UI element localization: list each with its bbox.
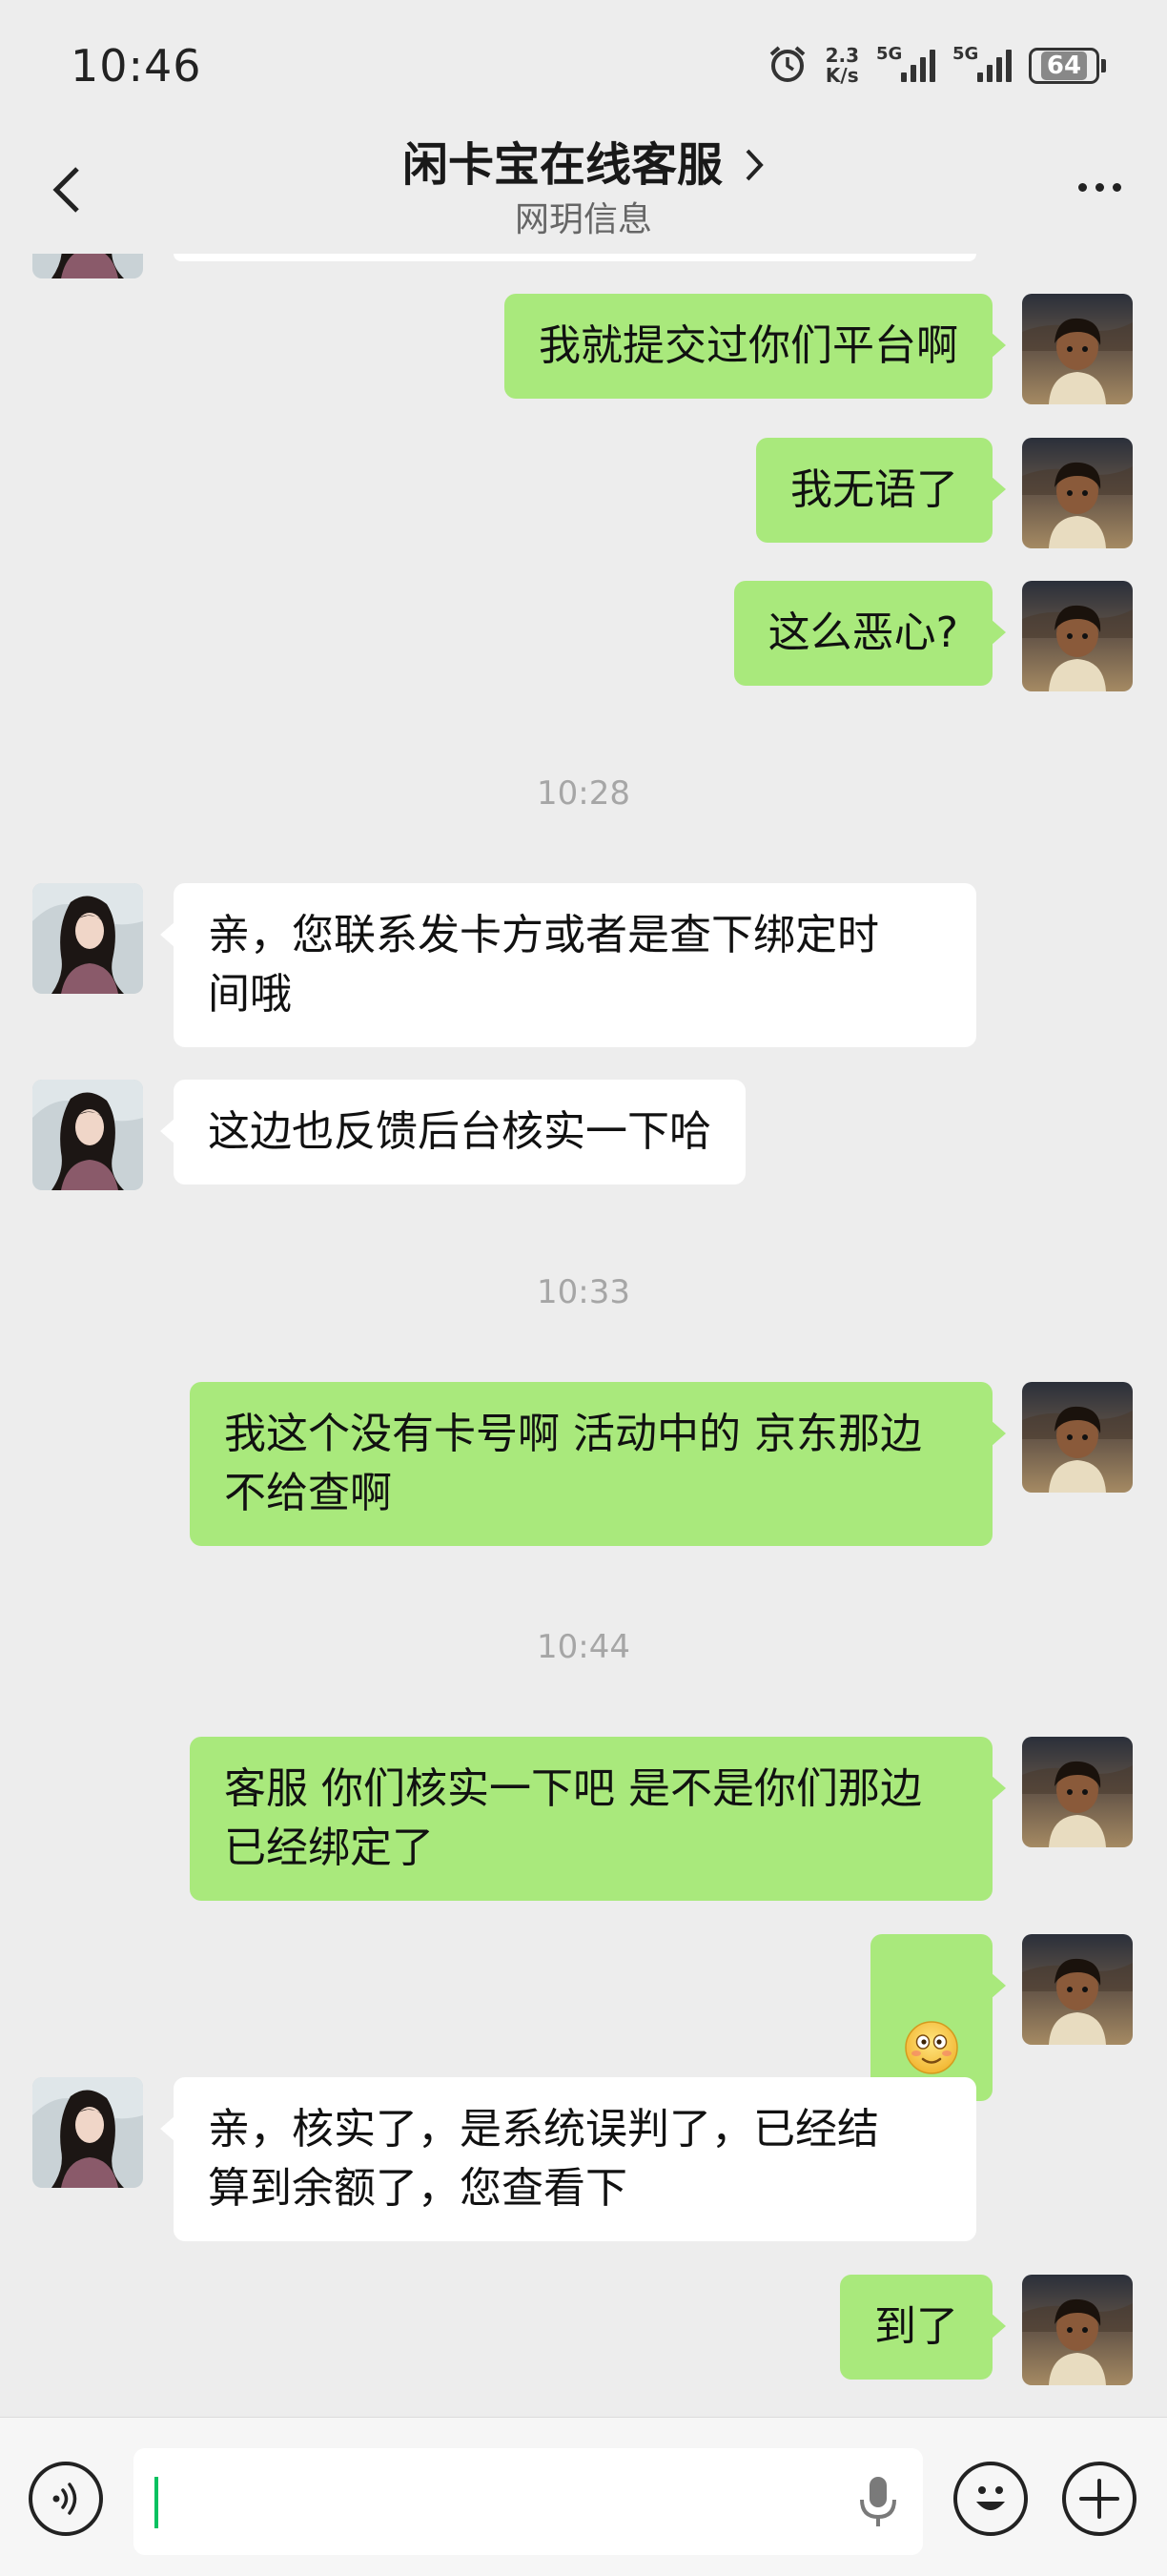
avatar-them[interactable]: [32, 254, 143, 278]
more-actions-button[interactable]: [1062, 2462, 1136, 2536]
status-time: 10:46: [71, 40, 202, 92]
message-bubble-them[interactable]: 这边也反馈后台核实一下哈: [160, 1080, 746, 1185]
chat-subtitle: 网玥信息: [514, 200, 652, 239]
message-bubble-them[interactable]: 亲，核实了，是系统误判了，已经结 算到余额了，您查看下: [160, 2077, 976, 2241]
voice-wave-icon: [52, 2483, 77, 2515]
network-speed: 2.3 K/s: [825, 44, 859, 87]
avatar-me[interactable]: [1022, 1382, 1133, 1493]
status-icons: 2.3 K/s 5G 5G 64: [767, 42, 1106, 90]
text-caret: [154, 2477, 158, 2528]
avatar-me[interactable]: [1022, 1737, 1133, 1847]
emoji-button[interactable]: [953, 2462, 1028, 2536]
smiley-icon: [976, 2486, 1005, 2510]
avatar-them[interactable]: [32, 2077, 143, 2188]
message-list[interactable]: 我就提交过你们平台啊 我无语了 这么恶心? 10:28 亲，您联系发卡方或者是查…: [0, 254, 1167, 2417]
voice-input-button[interactable]: [29, 2462, 103, 2536]
message-bubble-me[interactable]: 这么恶心?: [733, 581, 1007, 686]
message-bubble-me[interactable]: [870, 1934, 1006, 2101]
avatar-me[interactable]: [1022, 2275, 1133, 2385]
microphone-icon[interactable]: [854, 2473, 902, 2530]
timestamp: 10:28: [537, 774, 630, 813]
alarm-icon: [767, 43, 809, 89]
status-bar: 10:46 2.3 K/s 5G 5G 64: [0, 0, 1167, 134]
timestamp: 10:44: [537, 1628, 630, 1666]
more-options-button[interactable]: [1068, 168, 1131, 206]
message-bubble-me[interactable]: 我无语了: [756, 438, 1006, 543]
battery-level: 64: [1040, 52, 1088, 80]
message-bubble-them[interactable]: 亲，您联系发卡方或者是查下绑定时 间哦: [160, 883, 976, 1047]
awkward-smile-emoji-icon: [905, 2021, 958, 2074]
avatar-me[interactable]: [1022, 294, 1133, 404]
signal-icon-1: 5G: [876, 44, 935, 82]
avatar-them[interactable]: [32, 883, 143, 994]
clipped-message-bubble: [174, 254, 976, 261]
avatar-me[interactable]: [1022, 581, 1133, 691]
message-bubble-me[interactable]: 客服 你们核实一下吧 是不是你们那边 已经绑定了: [190, 1737, 1006, 1901]
signal-icon-2: 5G: [952, 44, 1012, 82]
avatar-me[interactable]: [1022, 1934, 1133, 2045]
more-dots-icon: [1077, 182, 1087, 192]
battery-icon: 64: [1029, 48, 1106, 84]
chat-title[interactable]: 闲卡宝在线客服: [0, 134, 1167, 196]
avatar-them[interactable]: [32, 1080, 143, 1190]
input-bar: [0, 2417, 1167, 2576]
message-input[interactable]: [133, 2448, 923, 2555]
message-bubble-me[interactable]: 我就提交过你们平台啊: [504, 294, 1006, 399]
plus-icon: [1079, 2479, 1119, 2519]
chevron-right-icon: [746, 149, 764, 181]
message-bubble-me[interactable]: 到了: [840, 2275, 1006, 2380]
chat-title-text: 闲卡宝在线客服: [401, 138, 723, 192]
chat-header: 闲卡宝在线客服 网玥信息: [0, 134, 1167, 254]
message-bubble-me[interactable]: 我这个没有卡号啊 活动中的 京东那边 不给查啊: [190, 1382, 1006, 1546]
avatar-me[interactable]: [1022, 438, 1133, 548]
timestamp: 10:33: [537, 1273, 630, 1311]
